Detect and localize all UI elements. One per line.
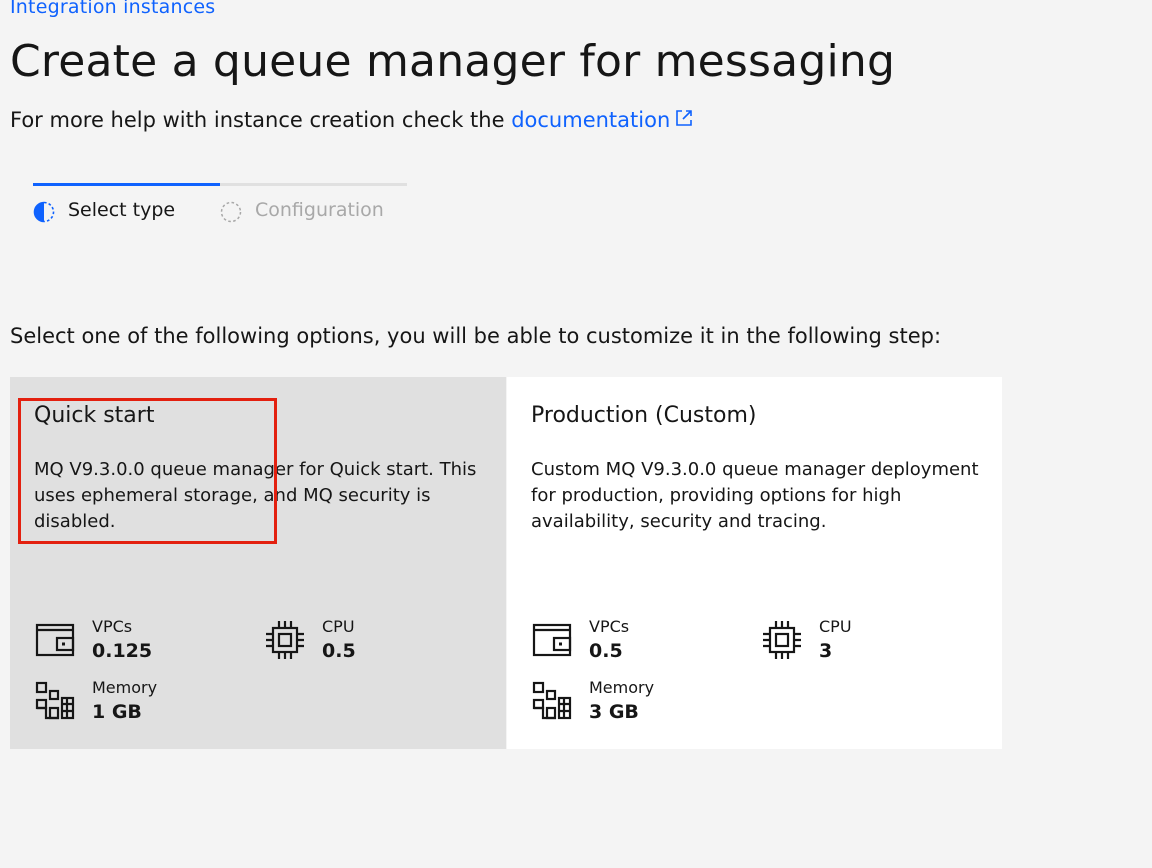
tile-title: Quick start <box>34 403 155 428</box>
progress-step-label: Configuration <box>255 199 384 221</box>
stat-label: CPU <box>322 617 355 636</box>
step-incomplete-icon <box>220 201 242 223</box>
stat-value: 1 GB <box>92 701 142 723</box>
progress-step-select-type[interactable]: Select type <box>33 183 220 223</box>
progress-step-bar <box>220 183 407 186</box>
tile-description: MQ V9.3.0.0 queue manager for Quick star… <box>34 459 477 532</box>
memory-grid-icon <box>532 681 572 720</box>
stat-vpcs: VPCs 0.125 <box>34 617 214 667</box>
step-current-icon <box>33 201 55 223</box>
tile-title: Production (Custom) <box>531 403 757 428</box>
page: Integration instances Create a queue man… <box>0 0 1152 868</box>
help-text: For more help with instance creation che… <box>10 106 694 134</box>
stat-label: Memory <box>92 678 158 697</box>
stat-label: VPCs <box>92 617 133 636</box>
progress-indicator: Select type Configuration <box>33 183 407 223</box>
tile-description: Custom MQ V9.3.0.0 queue manager deploym… <box>531 459 979 532</box>
help-text-prefix: For more help with instance creation che… <box>10 108 512 132</box>
stat-value: 3 <box>819 640 833 662</box>
memory-grid-icon <box>35 681 75 720</box>
stat-label: VPCs <box>589 617 630 636</box>
chip-icon <box>266 621 304 659</box>
stat-label: CPU <box>819 617 852 636</box>
stat-value: 0.5 <box>322 640 356 662</box>
progress-step-configuration[interactable]: Configuration <box>220 183 407 223</box>
external-link-icon <box>676 110 693 126</box>
stat-label: Memory <box>589 678 655 697</box>
stat-cpu: CPU 3 <box>761 617 941 667</box>
progress-step-label: Select type <box>68 199 176 221</box>
wallet-icon <box>35 623 75 657</box>
stat-memory: Memory 1 GB <box>34 678 214 728</box>
stat-vpcs: VPCs 0.5 <box>531 617 711 667</box>
documentation-link[interactable]: documentation <box>511 108 694 132</box>
stat-value: 0.5 <box>589 640 623 662</box>
progress-step-bar <box>33 183 220 186</box>
stat-cpu: CPU 0.5 <box>264 617 444 667</box>
stat-value: 3 GB <box>589 701 639 723</box>
documentation-link-label: documentation <box>511 108 671 132</box>
page-title: Create a queue manager for messaging <box>10 36 896 87</box>
wallet-icon <box>532 623 572 657</box>
stat-memory: Memory 3 GB <box>531 678 711 728</box>
tile-production-custom[interactable]: Production (Custom) Custom MQ V9.3.0.0 q… <box>507 377 1002 749</box>
instruction-text: Select one of the following options, you… <box>10 324 942 348</box>
stat-value: 0.125 <box>92 640 153 662</box>
breadcrumb-integration-instances[interactable]: Integration instances <box>10 0 215 18</box>
chip-icon <box>763 621 801 659</box>
tile-quick-start[interactable]: Quick start MQ V9.3.0.0 queue manager fo… <box>10 377 506 749</box>
